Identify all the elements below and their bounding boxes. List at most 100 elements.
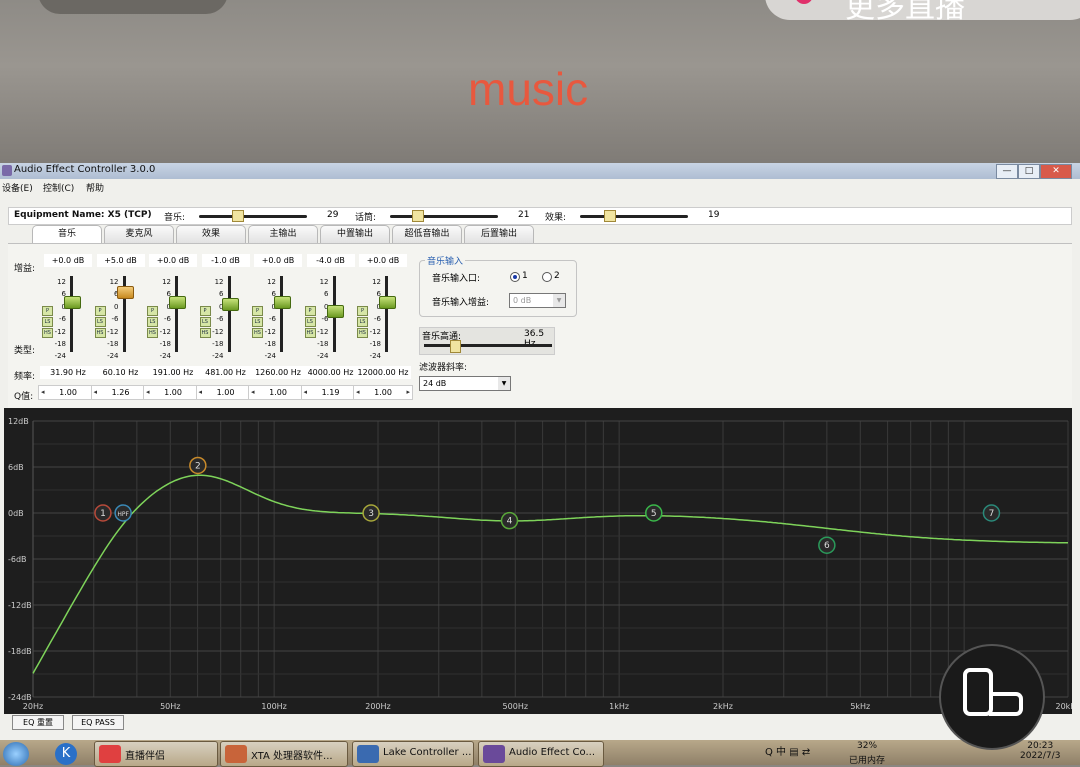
filter-type-LS-button[interactable]: LS [252, 317, 263, 327]
system-tray[interactable]: Q 中 ▤ ⇄ 32% 已用内存 [765, 741, 885, 766]
highpass-knob[interactable] [450, 340, 461, 353]
filter-type-HS-button[interactable]: HS [357, 328, 368, 338]
filter-type-P-button[interactable]: P [147, 306, 158, 316]
highpass-slider[interactable] [424, 344, 552, 347]
filter-type-LS-button[interactable]: LS [199, 317, 211, 327]
band-fader-knob[interactable] [326, 304, 344, 318]
eq-pass-button[interactable]: EQ PASS [72, 715, 124, 730]
menu-device[interactable]: 设备(E) [2, 181, 33, 194]
tab-2[interactable]: 效果 [176, 225, 246, 243]
tab-1[interactable]: 麦克风 [104, 225, 174, 243]
filter-type-LS-button[interactable]: LS [147, 317, 158, 327]
eq-curve-plot[interactable]: 12dB 6dB 0dB -6dB -12dB -18dB -24dB20Hz 50Hz 100… [4, 408, 1072, 714]
taskbar-item-1[interactable]: XTA 处理器软件... [220, 741, 348, 767]
band-frequency[interactable]: 31.90 Hz [40, 366, 96, 379]
eq-response-graph[interactable]: 12dB 6dB 0dB -6dB -12dB -18dB -24dB 20Hz 50Hz 100… [4, 408, 1072, 714]
filter-type-HS-button[interactable]: HS [147, 328, 158, 338]
taskbar-item-2[interactable]: Lake Controller ... [352, 741, 474, 767]
filter-type-P-button[interactable]: P [304, 306, 316, 316]
filter-type-P-button[interactable]: P [199, 306, 211, 316]
y-tick-label: -12dB [8, 601, 32, 610]
band-q-spinner[interactable]: ◂1.19▸ [300, 385, 361, 400]
filter-type-HS-button[interactable]: HS [42, 328, 53, 338]
taskbar-item-0[interactable]: 直播伴侣 [94, 741, 218, 767]
q-decrease-icon[interactable]: ◂ [304, 386, 308, 399]
band-fader-track[interactable] [227, 276, 231, 352]
q-increase-icon[interactable]: ▸ [406, 386, 410, 399]
filter-type-HS-button[interactable]: HS [252, 328, 263, 338]
tab-3[interactable]: 主输出 [248, 225, 318, 243]
q-decrease-icon[interactable]: ◂ [199, 386, 203, 399]
band-fader-track[interactable] [280, 276, 283, 352]
minimize-button[interactable]: — [996, 164, 1018, 179]
filter-type-P-button[interactable]: P [94, 306, 106, 316]
band-q-spinner[interactable]: ◂1.00▸ [248, 385, 308, 400]
mic-level-knob[interactable] [412, 210, 424, 222]
eq-reset-button[interactable]: EQ 重置 [12, 715, 64, 730]
effect-level-slider[interactable] [580, 215, 688, 218]
filter-type-P-button[interactable]: P [252, 306, 263, 316]
clock[interactable]: 20:23 2022/7/3 [1020, 741, 1060, 761]
q-decrease-icon[interactable]: ◂ [146, 386, 150, 399]
q-decrease-icon[interactable]: ◂ [41, 386, 45, 399]
menu-control[interactable]: 控制(C) [43, 181, 74, 194]
filter-type-LS-button[interactable]: LS [357, 317, 368, 327]
music-level-knob[interactable] [231, 210, 244, 222]
band-frequency[interactable]: 4000.00 Hz [302, 366, 359, 379]
tab-5[interactable]: 超低音输出 [392, 225, 462, 243]
eq-response-curve [32, 474, 1068, 674]
filter-slope-select[interactable]: 24 dB ▼ [419, 376, 511, 391]
band-frequency[interactable]: 12000.00 Hz [355, 366, 411, 379]
band-q-spinner[interactable]: ◂1.26▸ [90, 385, 151, 400]
input-gain-select[interactable]: 0 dB ▼ [509, 293, 566, 308]
screen-mirror-floating-button[interactable] [939, 644, 1045, 750]
band-q-spinner[interactable]: ◂1.00▸ [353, 385, 413, 400]
band-q-value: 1.19 [321, 388, 340, 397]
tab-4[interactable]: 中置输出 [320, 225, 390, 243]
band-fader-knob[interactable] [379, 296, 396, 310]
band-q-spinner[interactable]: ◂1.00▸ [143, 385, 203, 400]
q-decrease-icon[interactable]: ◂ [356, 386, 360, 399]
filter-type-P-button[interactable]: P [357, 306, 368, 316]
tab-6[interactable]: 后置输出 [464, 225, 534, 243]
menu-help[interactable]: 帮助 [86, 181, 104, 194]
band-fader-track[interactable] [385, 276, 388, 352]
filter-type-HS-button[interactable]: HS [94, 328, 106, 338]
filter-type-LS-button[interactable]: LS [94, 317, 106, 327]
port-2-radio[interactable] [542, 272, 552, 282]
music-level-slider[interactable] [199, 215, 307, 218]
filter-type-HS-button[interactable]: HS [199, 328, 211, 338]
filter-type-P-button[interactable]: P [42, 306, 53, 316]
maximize-button[interactable]: □ [1018, 164, 1040, 179]
input-port-label: 音乐输入口: [432, 274, 481, 284]
band-fader-knob[interactable] [274, 296, 291, 310]
band-q-spinner[interactable]: ◂1.00▸ [38, 385, 98, 400]
taskbar-item-3[interactable]: Audio Effect Co... [478, 741, 604, 767]
filter-type-HS-button[interactable]: HS [304, 328, 316, 338]
band-fader-knob[interactable] [116, 285, 134, 299]
effect-level-knob[interactable] [604, 210, 617, 222]
band-fader-track[interactable] [70, 276, 73, 352]
band-frequency[interactable]: 1260.00 Hz [250, 366, 306, 379]
start-button[interactable] [3, 742, 29, 766]
music-overlay-text: music [468, 63, 589, 115]
band-frequency[interactable]: 191.00 Hz [145, 366, 201, 379]
q-decrease-icon[interactable]: ◂ [94, 386, 98, 399]
mic-level-slider[interactable] [390, 215, 498, 218]
filter-type-LS-button[interactable]: LS [42, 317, 53, 327]
band-q-spinner[interactable]: ◂1.00▸ [195, 385, 256, 400]
band-fader-knob[interactable] [221, 298, 239, 312]
band-fader-knob[interactable] [169, 296, 186, 310]
band-frequency[interactable]: 481.00 Hz [197, 366, 254, 379]
top-left-pill[interactable] [38, 0, 228, 14]
band-fader-knob[interactable] [64, 296, 81, 310]
filter-type-LS-button[interactable]: LS [304, 317, 316, 327]
close-button[interactable]: ✕ [1040, 164, 1072, 179]
band-frequency[interactable]: 60.10 Hz [92, 366, 149, 379]
band-fader-track[interactable] [175, 276, 178, 352]
tab-0[interactable]: 音乐 [32, 225, 102, 243]
port-1-radio[interactable] [510, 272, 520, 282]
q-decrease-icon[interactable]: ◂ [251, 386, 255, 399]
tray-icons[interactable]: Q 中 ▤ ⇄ [765, 747, 810, 758]
k-app-icon[interactable]: K [55, 743, 77, 765]
